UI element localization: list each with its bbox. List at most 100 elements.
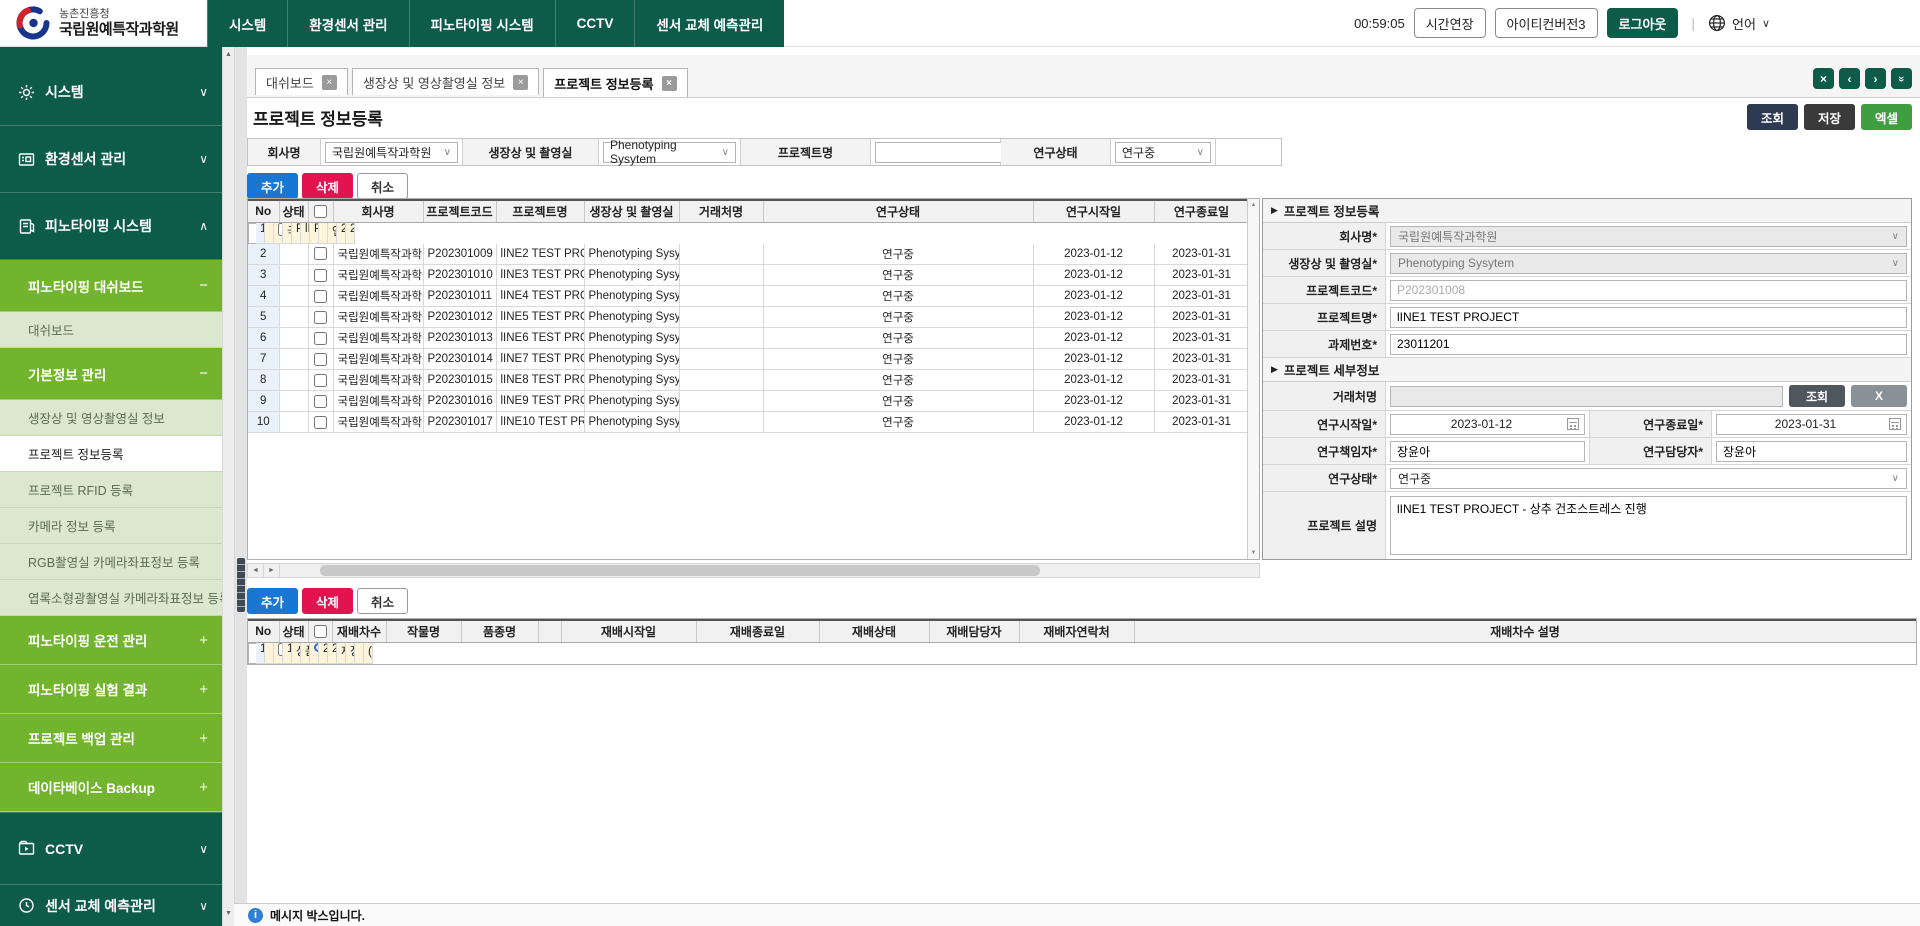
table-row[interactable]: 3국립원예특작과학원P202301010lINE3 TEST PROJECTPh… [248,265,1249,286]
table-row[interactable]: 9국립원예특작과학원P202301016lINE9 TEST PROJECTPh… [248,391,1249,412]
page-title: 프로젝트 정보등록 [253,105,383,130]
status-filter-select[interactable]: 연구중 ∨ [1115,142,1211,163]
scroll-right-arrow-icon[interactable]: ► [264,564,280,577]
table-row[interactable]: 8국립원예특작과학원P202301015lINE8 TEST PROJECTPh… [248,370,1249,391]
scrollbar-thumb[interactable] [320,565,1040,576]
excel-button[interactable]: 엑셀 [1861,104,1912,130]
search-button[interactable]: 조회 [1747,104,1798,130]
sidebar-group-project-backup[interactable]: 프로젝트 백업 관리 + [0,714,222,763]
client-clear-button[interactable]: X [1851,385,1907,407]
row-checkbox[interactable] [314,290,327,303]
sidebar-item-camera-info[interactable]: 카메라 정보 등록 [0,508,222,544]
table-row[interactable]: 7국립원예특작과학원P202301014lINE7 TEST PROJECTPh… [248,349,1249,370]
research-end-date-input[interactable]: 2023-01-31 [1716,414,1907,435]
sidebar-item-dashboard[interactable]: 대쉬보드 [0,312,222,348]
table-row[interactable]: 10국립원예특작과학원P202301017lINE10 TEST PROJE..… [248,412,1249,433]
sidebar-group-basic-info[interactable]: 기본정보 관리 − [0,348,222,400]
table-row[interactable]: 2국립원예특작과학원P202301009lINE2 TEST PROJECTPh… [248,244,1249,265]
menu-scrollbar[interactable]: ▲ ▼ [222,47,235,926]
row-checkbox[interactable] [314,416,327,429]
scroll-down-arrow-icon[interactable]: ▼ [1248,547,1259,559]
cancel-button[interactable]: 취소 [357,173,408,199]
chamber-filter-select[interactable]: Phenotyping Sysytem ∨ [603,142,736,163]
row-checkbox[interactable] [314,332,327,345]
sidebar-group-database-backup[interactable]: 데이타베이스 Backup + [0,763,222,812]
row-checkbox[interactable] [314,247,327,260]
tab-list-button[interactable]: » [1891,68,1912,89]
research-status-select[interactable]: 연구중 ∨ [1390,468,1907,489]
scroll-up-arrow-icon[interactable]: ▲ [223,47,234,63]
research-manager-input[interactable] [1716,441,1907,462]
prev-tab-button[interactable]: ‹ [1839,68,1860,89]
next-tab-button[interactable]: › [1865,68,1886,89]
sidebar-item-rgb-camera-coord[interactable]: RGB촬영실 카메라좌표정보 등록 [0,544,222,580]
add-cultivation-button[interactable]: 추가 [247,588,298,614]
row-checkbox[interactable] [314,395,327,408]
sidebar-item-sensor-predict[interactable]: 센서 교체 예측관리 ∨ [0,884,222,926]
grid-vertical-scrollbar[interactable]: ▲ ▼ [1247,199,1259,559]
language-selector[interactable]: 언어 ∨ [1708,14,1770,33]
panel-splitter[interactable] [235,47,247,926]
company-filter-select[interactable]: 국립원예특작과학원 ∨ [325,142,458,163]
sidebar-item-phenotyping[interactable]: 피노타이핑 시스템 ∧ [0,193,222,260]
close-icon[interactable]: × [662,76,677,91]
sidebar-item-project-register[interactable]: 프로젝트 정보등록 [0,436,222,472]
grid-horizontal-scrollbar[interactable]: ◄ ► [247,563,1260,578]
sidebar-item-project-rfid[interactable]: 프로젝트 RFID 등록 [0,472,222,508]
delete-row-button[interactable]: 삭제 [302,173,353,199]
sidebar-item-system[interactable]: 시스템 ∨ [0,59,222,126]
row-checkbox[interactable] [314,311,327,324]
table-row[interactable]: 1국립원예특작과학원P202301008lINE1 TEST PROJECTPh… [248,223,279,244]
cancel-cultivation-button[interactable]: 취소 [357,588,408,614]
sidebar-item-chamber-info[interactable]: 생장상 및 영상촬영실 정보 [0,400,222,436]
save-button[interactable]: 저장 [1804,104,1855,130]
sidebar-group-operation[interactable]: 피노타이핑 운전 관리 + [0,616,222,665]
row-checkbox[interactable] [314,353,327,366]
scroll-down-arrow-icon[interactable]: ▼ [223,906,234,922]
table-row[interactable]: 5국립원예특작과학원P202301012lINE5 TEST PROJECTPh… [248,307,1249,328]
sidebar-group-dashboard[interactable]: 피노타이핑 대쉬보드 − [0,260,222,312]
delete-cultivation-button[interactable]: 삭제 [302,588,353,614]
scroll-up-arrow-icon[interactable]: ▲ [1248,199,1259,211]
table-row[interactable]: 6국립원예특작과학원P202301013lINE6 TEST PROJECTPh… [248,328,1249,349]
nav-system[interactable]: 시스템 [207,0,287,47]
client-search-button[interactable]: 조회 [1789,385,1845,407]
sidebar-item-env-sensor[interactable]: 환경센서 관리 ∨ [0,126,222,193]
table-row[interactable]: 11상추품종(상추)2023-01-122023-01-31재배중장윤아(임시)… [248,643,279,664]
close-tab-button[interactable]: × [1813,68,1834,89]
nav-env-sensor[interactable]: 환경센서 관리 [287,0,408,47]
task-number-input[interactable] [1390,334,1907,355]
tab-dashboard[interactable]: 대쉬보드 × [255,68,348,95]
scroll-left-arrow-icon[interactable]: ◄ [248,564,264,577]
close-icon[interactable]: × [513,75,528,90]
tab-chamber-info[interactable]: 생장상 및 영상촬영실 정보 × [352,68,539,95]
project-description-textarea[interactable]: lINE1 TEST PROJECT - 상추 건조스트레스 진행 [1390,496,1907,555]
nav-cctv[interactable]: CCTV [555,0,635,47]
tab-project-register[interactable]: 프로젝트 정보등록 × [543,68,687,97]
select-all-checkbox[interactable] [314,625,327,638]
splitter-grip[interactable] [237,558,245,612]
nav-phenotyping[interactable]: 피노타이핑 시스템 [409,0,555,47]
calendar-icon[interactable] [1567,418,1579,430]
calendar-icon[interactable] [1889,418,1901,430]
account-button[interactable]: 아이티컨버전3 [1495,8,1598,38]
extend-time-button[interactable]: 시간연장 [1414,8,1486,38]
cell-project-code: P202301010 [423,265,496,286]
nav-sensor-predict[interactable]: 센서 교체 예측관리 [634,0,784,47]
research-lead-input[interactable] [1390,441,1585,462]
top-header: 농촌진흥청 국립원예특작과학원 시스템 환경센서 관리 피노타이핑 시스템 CC… [0,0,1920,47]
close-icon[interactable]: × [322,75,337,90]
row-checkbox[interactable] [314,269,327,282]
row-checkbox[interactable] [314,374,327,387]
sidebar-item-chlorophyll-camera-coord[interactable]: 엽록소형광촬영실 카메라좌표정보 등록 [0,580,222,616]
sidebar-group-experiment-results[interactable]: 피노타이핑 실험 결과 + [0,665,222,714]
scrollbar-track[interactable] [280,564,1259,577]
sidebar-item-cctv[interactable]: CCTV ∨ [0,812,222,884]
add-row-button[interactable]: 추가 [247,173,298,199]
logout-button[interactable]: 로그아웃 [1607,8,1679,38]
cell-project-code: P202301015 [423,370,496,391]
research-start-date-input[interactable]: 2023-01-12 [1390,414,1585,435]
select-all-checkbox[interactable] [314,205,327,218]
project-name-input[interactable] [1390,307,1907,328]
table-row[interactable]: 4국립원예특작과학원P202301011lINE4 TEST PROJECTPh… [248,286,1249,307]
